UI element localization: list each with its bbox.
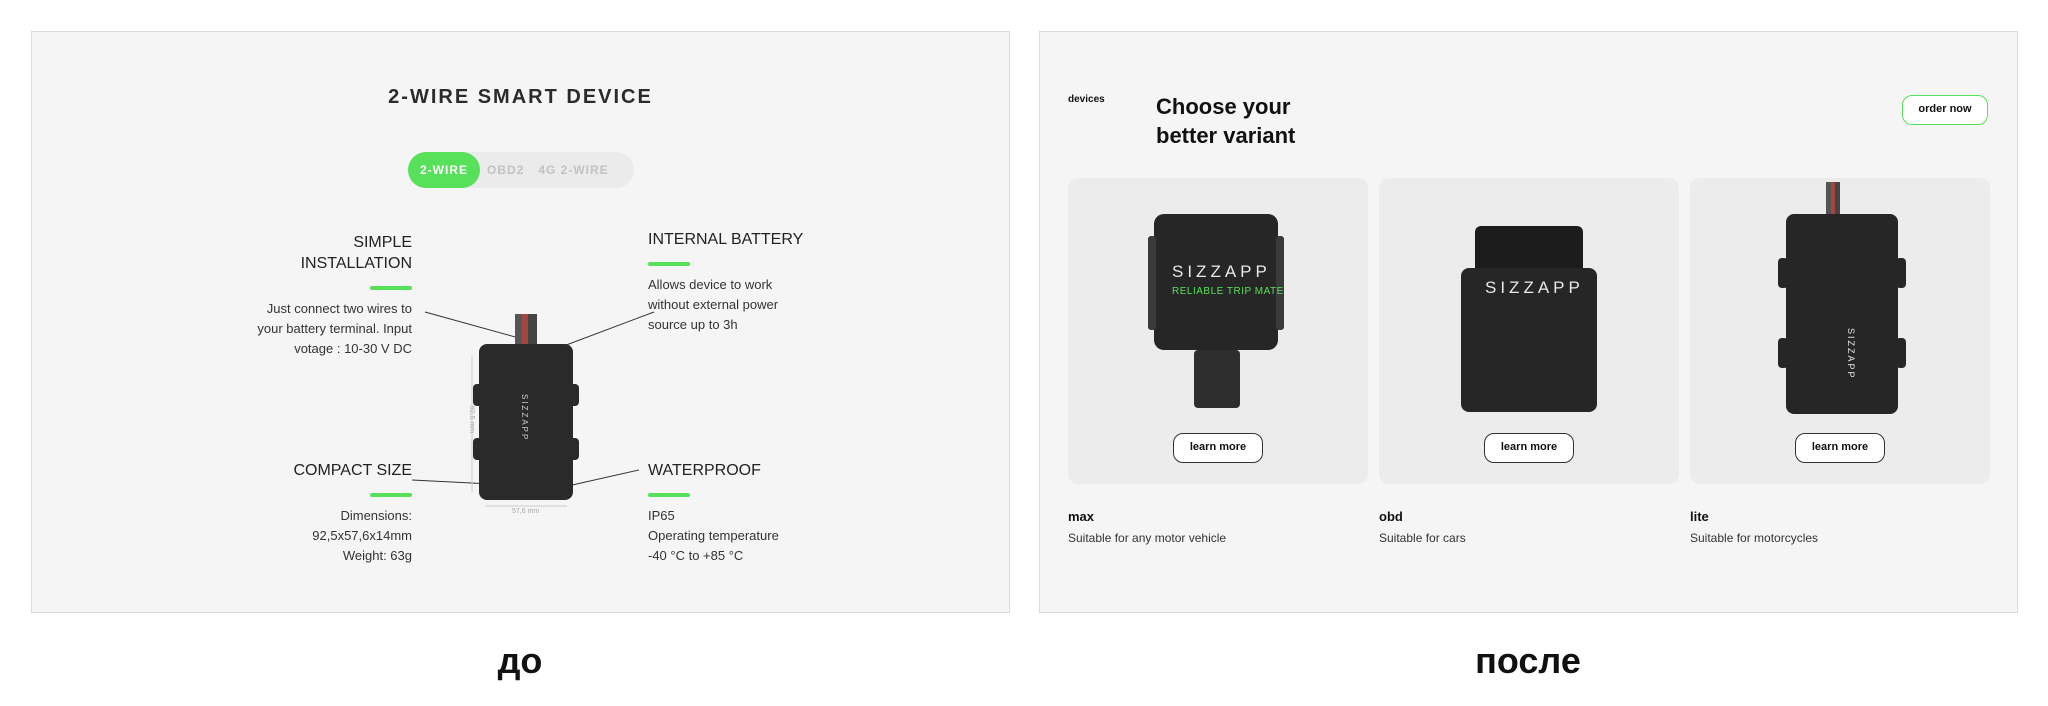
feature-text: Operating temperature bbox=[648, 528, 779, 543]
order-now-button[interactable]: order now bbox=[1902, 95, 1988, 125]
feature-title: INTERNAL BATTERY bbox=[648, 231, 804, 248]
device-logo: SIZZAPP bbox=[520, 394, 529, 442]
device-brand: SIZZAPP bbox=[1846, 328, 1856, 380]
feature-text: Weight: 63g bbox=[342, 548, 412, 563]
feature-text: Allows device to work bbox=[648, 277, 773, 292]
product-desc: Suitable for any motor vehicle bbox=[1068, 531, 1227, 545]
feature-compact: COMPACT SIZE Dimensions: 92,5x57,6x14mm … bbox=[228, 460, 412, 566]
section-title: Choose your better variant bbox=[1156, 92, 1295, 150]
feature-text: source up to 3h bbox=[648, 317, 738, 332]
device-brand: SIZZAPP bbox=[1485, 278, 1584, 297]
feature-text: 92,5x57,6x14mm bbox=[312, 528, 412, 543]
device-image: SIZZAPP bbox=[473, 344, 579, 500]
feature-text: votage : 10-30 V DC bbox=[294, 341, 412, 356]
before-panel: 2-WIRE SMART DEVICE 2-WIRE OBD2 4G 2-WIR… bbox=[31, 31, 1010, 613]
device-wires bbox=[515, 314, 537, 346]
product-card-max: SIZZAPP RELIABLE TRIP MATE learn more bbox=[1068, 178, 1368, 484]
feature-installation: SIMPLE INSTALLATION Just connect two wire… bbox=[228, 232, 412, 359]
feature-text: without external power bbox=[648, 297, 779, 312]
product-name: obd bbox=[1379, 509, 1403, 524]
caption-before: до bbox=[497, 640, 543, 681]
device-wires bbox=[1826, 182, 1840, 216]
caption-after: после bbox=[1475, 640, 1581, 681]
feature-text: Dimensions: bbox=[340, 508, 412, 523]
device-image bbox=[1154, 214, 1278, 350]
feature-text: IP65 bbox=[648, 508, 675, 523]
after-panel: devices Choose your better variant order… bbox=[1039, 31, 2018, 613]
title-line: better variant bbox=[1156, 123, 1296, 148]
feature-title: COMPACT SIZE bbox=[293, 462, 412, 479]
feature-title: SIMPLE bbox=[353, 234, 412, 251]
feature-title: WATERPROOF bbox=[648, 462, 761, 479]
title-line: Choose your bbox=[1156, 94, 1291, 119]
product-name: max bbox=[1068, 509, 1095, 524]
product-card-lite: SIZZAPP learn more bbox=[1690, 178, 1990, 484]
feature-battery: INTERNAL BATTERY Allows device to work w… bbox=[648, 229, 838, 335]
product-desc: Suitable for motorcycles bbox=[1690, 531, 1819, 545]
feature-text: your battery terminal. Input bbox=[257, 321, 412, 336]
accent-bar bbox=[648, 262, 690, 266]
product-name: lite bbox=[1690, 509, 1709, 524]
device-image bbox=[1786, 214, 1898, 414]
dimension-width: 57,6 mm bbox=[512, 508, 540, 515]
feature-waterproof: WATERPROOF IP65 Operating temperature -4… bbox=[648, 460, 838, 566]
product-desc: Suitable for cars bbox=[1379, 531, 1466, 545]
device-tagline: RELIABLE TRIP MATE bbox=[1172, 286, 1284, 297]
accent-bar bbox=[648, 493, 690, 497]
section-label: devices bbox=[1068, 94, 1105, 105]
feature-text: -40 °C to +85 °C bbox=[648, 548, 744, 563]
accent-bar bbox=[370, 493, 412, 497]
learn-more-button[interactable]: learn more bbox=[1795, 433, 1885, 463]
feature-title: INSTALLATION bbox=[300, 255, 412, 272]
obd-plug bbox=[1475, 226, 1583, 272]
learn-more-button[interactable]: learn more bbox=[1173, 433, 1263, 463]
product-card-obd: SIZZAPP learn more bbox=[1379, 178, 1679, 484]
learn-more-button[interactable]: learn more bbox=[1484, 433, 1574, 463]
connector bbox=[1194, 350, 1240, 408]
feature-text: Just connect two wires to bbox=[266, 301, 412, 316]
accent-bar bbox=[370, 286, 412, 290]
dimension-height: 92,5 mm bbox=[468, 405, 476, 434]
device-brand: SIZZAPP bbox=[1172, 262, 1271, 281]
